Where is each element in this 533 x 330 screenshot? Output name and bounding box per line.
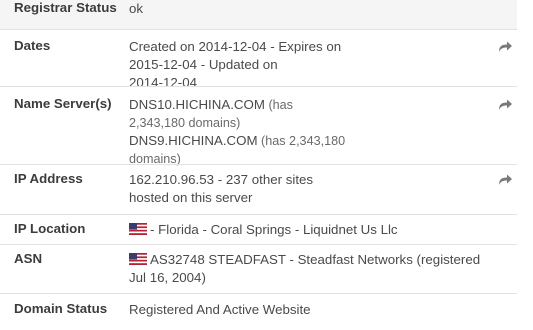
name-server-count: (has 2,343,180 [257,134,346,148]
whois-table: Registrar Status ok Dates Created on 201… [0,0,517,328]
us-flag-icon [129,253,147,265]
name-server-count: 2,343,180 domains) [129,116,241,130]
name-server-entry: DNS9.HICHINA.COM (has 2,343,180 [129,132,499,150]
domain-status-value: Registered And Active Website [129,302,311,317]
ip-location-text: - Florida - Coral Springs - Liquidnet Us… [150,222,398,237]
name-servers-value: DNS10.HICHINA.COM (has 2,343,180 domains… [129,96,499,168]
asn-text: Jul 16, 2004) [129,270,206,285]
row-ip-address: IP Address 162.210.96.53 - 237 other sit… [0,164,517,214]
dates-value: Created on 2014-12-04 - Expires on 2015-… [129,38,499,92]
ip-address-label: IP Address [14,171,83,186]
share-arrow-icon[interactable] [498,173,513,186]
row-dates: Dates Created on 2014-12-04 - Expires on… [0,29,517,90]
name-server-count: (has [264,98,293,112]
share-arrow-icon[interactable] [498,40,513,53]
ip-location-value: - Florida - Coral Springs - Liquidnet Us… [129,221,499,239]
row-asn: ASN AS32748 STEADFAST - Steadfast Networ… [0,244,517,293]
row-domain-status: Domain Status Registered And Active Webs… [0,293,517,328]
dates-label: Dates [14,38,51,53]
row-name-servers: Name Server(s) DNS10.HICHINA.COM (has 2,… [0,86,517,166]
asn-label: ASN [14,251,43,266]
ip-address-line[interactable]: 162.210.96.53 - 237 other sites [129,171,499,189]
ip-address-line: hosted on this server [129,190,253,205]
name-servers-label: Name Server(s) [14,96,112,111]
dates-line: 2015-12-04 - Updated on [129,57,278,72]
name-server-host[interactable]: DNS10.HICHINA.COM [129,97,265,112]
ip-address-value: 162.210.96.53 - 237 other sites hosted o… [129,171,499,207]
asn-value: AS32748 STEADFAST - Steadfast Networks (… [129,251,499,287]
share-arrow-icon[interactable] [498,98,513,111]
registrar-status-value: ok [129,1,144,16]
row-registrar-status: Registrar Status ok [0,0,517,29]
name-server-entry: DNS10.HICHINA.COM (has [129,96,499,114]
name-server-host[interactable]: DNS9.HICHINA.COM [129,133,258,148]
row-ip-location: IP Location - Florida - Coral Springs - … [0,214,517,244]
us-flag-icon [129,223,147,235]
registrar-status-label: Registrar Status [14,0,117,15]
ip-location-label: IP Location [14,221,86,236]
domain-status-label: Domain Status [14,301,108,316]
asn-text: AS32748 STEADFAST - Steadfast Networks (… [150,252,481,267]
dates-line: Created on 2014-12-04 - Expires on [129,39,342,54]
